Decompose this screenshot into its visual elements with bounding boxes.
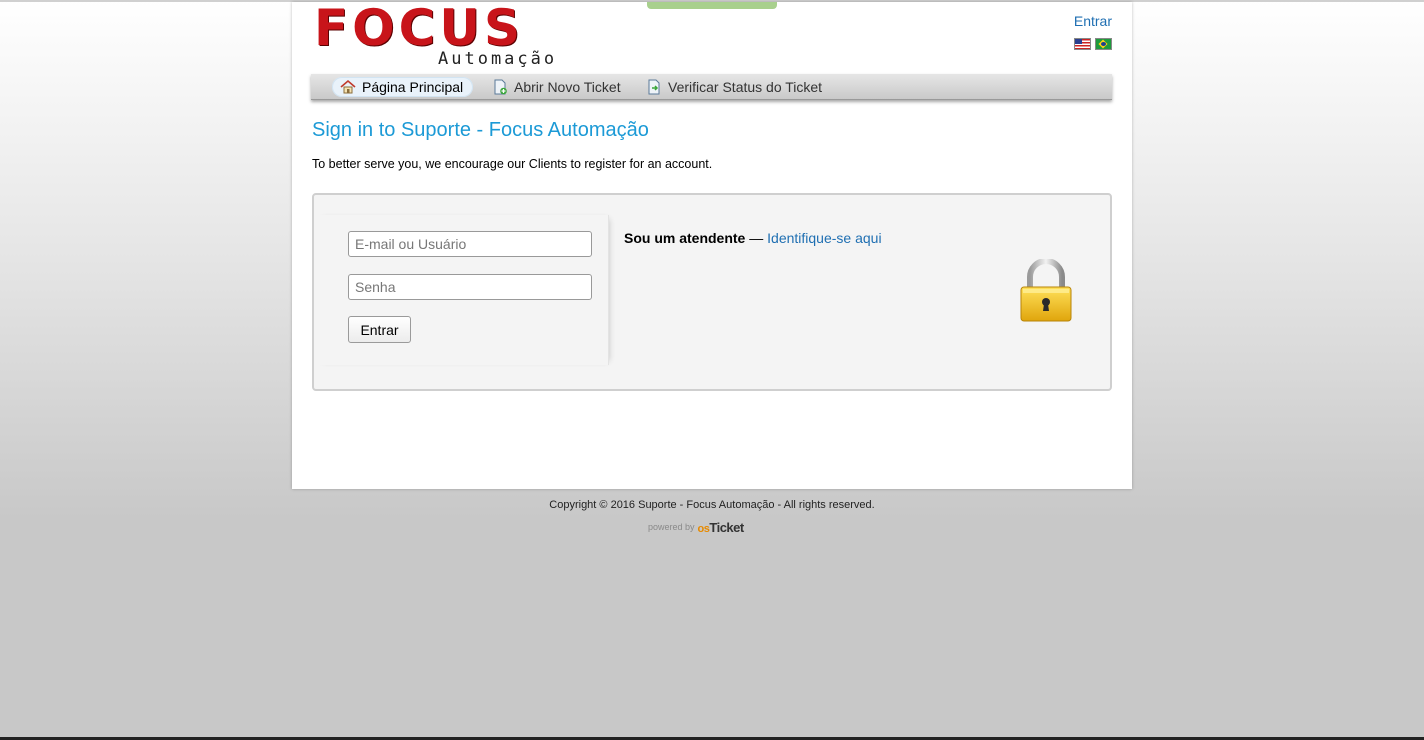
password-input[interactable] [348,274,592,300]
logo-subtext: Automação [438,49,558,69]
signin-button[interactable]: Entrar [348,316,411,343]
nav-item-new-ticket[interactable]: Abrir Novo Ticket [492,77,621,97]
powered-by-osticket[interactable]: powered by osTicket [648,513,744,535]
osticket-logo-os: os [697,523,710,535]
new-ticket-icon [494,79,507,95]
login-panel: Entrar Sou um atendente — Identifique-se… [312,193,1112,391]
nav-item-home[interactable]: Página Principal [332,77,474,97]
agent-login-line: Sou um atendente — Identifique-se aqui [624,230,882,246]
osticket-logo: osTicket [697,520,745,535]
nav-item-ticket-status[interactable]: Verificar Status do Ticket [646,77,822,97]
footer-copyright: Copyright © 2016 Suporte - Focus Automaç… [549,499,875,511]
lock-icon [1020,259,1072,322]
home-icon [340,79,356,94]
main-navigation: Página Principal Abrir Novo Ticket Verif… [311,74,1112,100]
language-selector [1074,38,1112,50]
nav-item-label: Abrir Novo Ticket [514,79,621,95]
powered-by-label: powered by [648,522,695,532]
username-input[interactable] [348,231,592,257]
nav-item-label: Verificar Status do Ticket [668,79,823,95]
agent-label: Sou um atendente [624,230,746,246]
intro-text: To better serve you, we encourage our Cl… [312,157,713,171]
header-signin-link[interactable]: Entrar [1074,13,1112,29]
ticket-status-icon [648,79,660,95]
nav-item-label: Página Principal [362,79,464,95]
top-green-tab [647,2,777,9]
focus-logo[interactable]: FOCUS Automação [314,0,558,71]
page-container: FOCUS Automação Entrar Página Principal … [292,0,1132,489]
osticket-logo-ticket: Ticket [709,520,744,535]
agent-login-link[interactable]: Identifique-se aqui [767,230,881,246]
page-title: Sign in to Suporte - Focus Automação [312,119,649,141]
brazil-flag-icon[interactable] [1095,38,1112,50]
login-form: Entrar [314,215,609,365]
agent-separator: — [745,230,768,246]
us-flag-icon[interactable] [1074,38,1091,50]
